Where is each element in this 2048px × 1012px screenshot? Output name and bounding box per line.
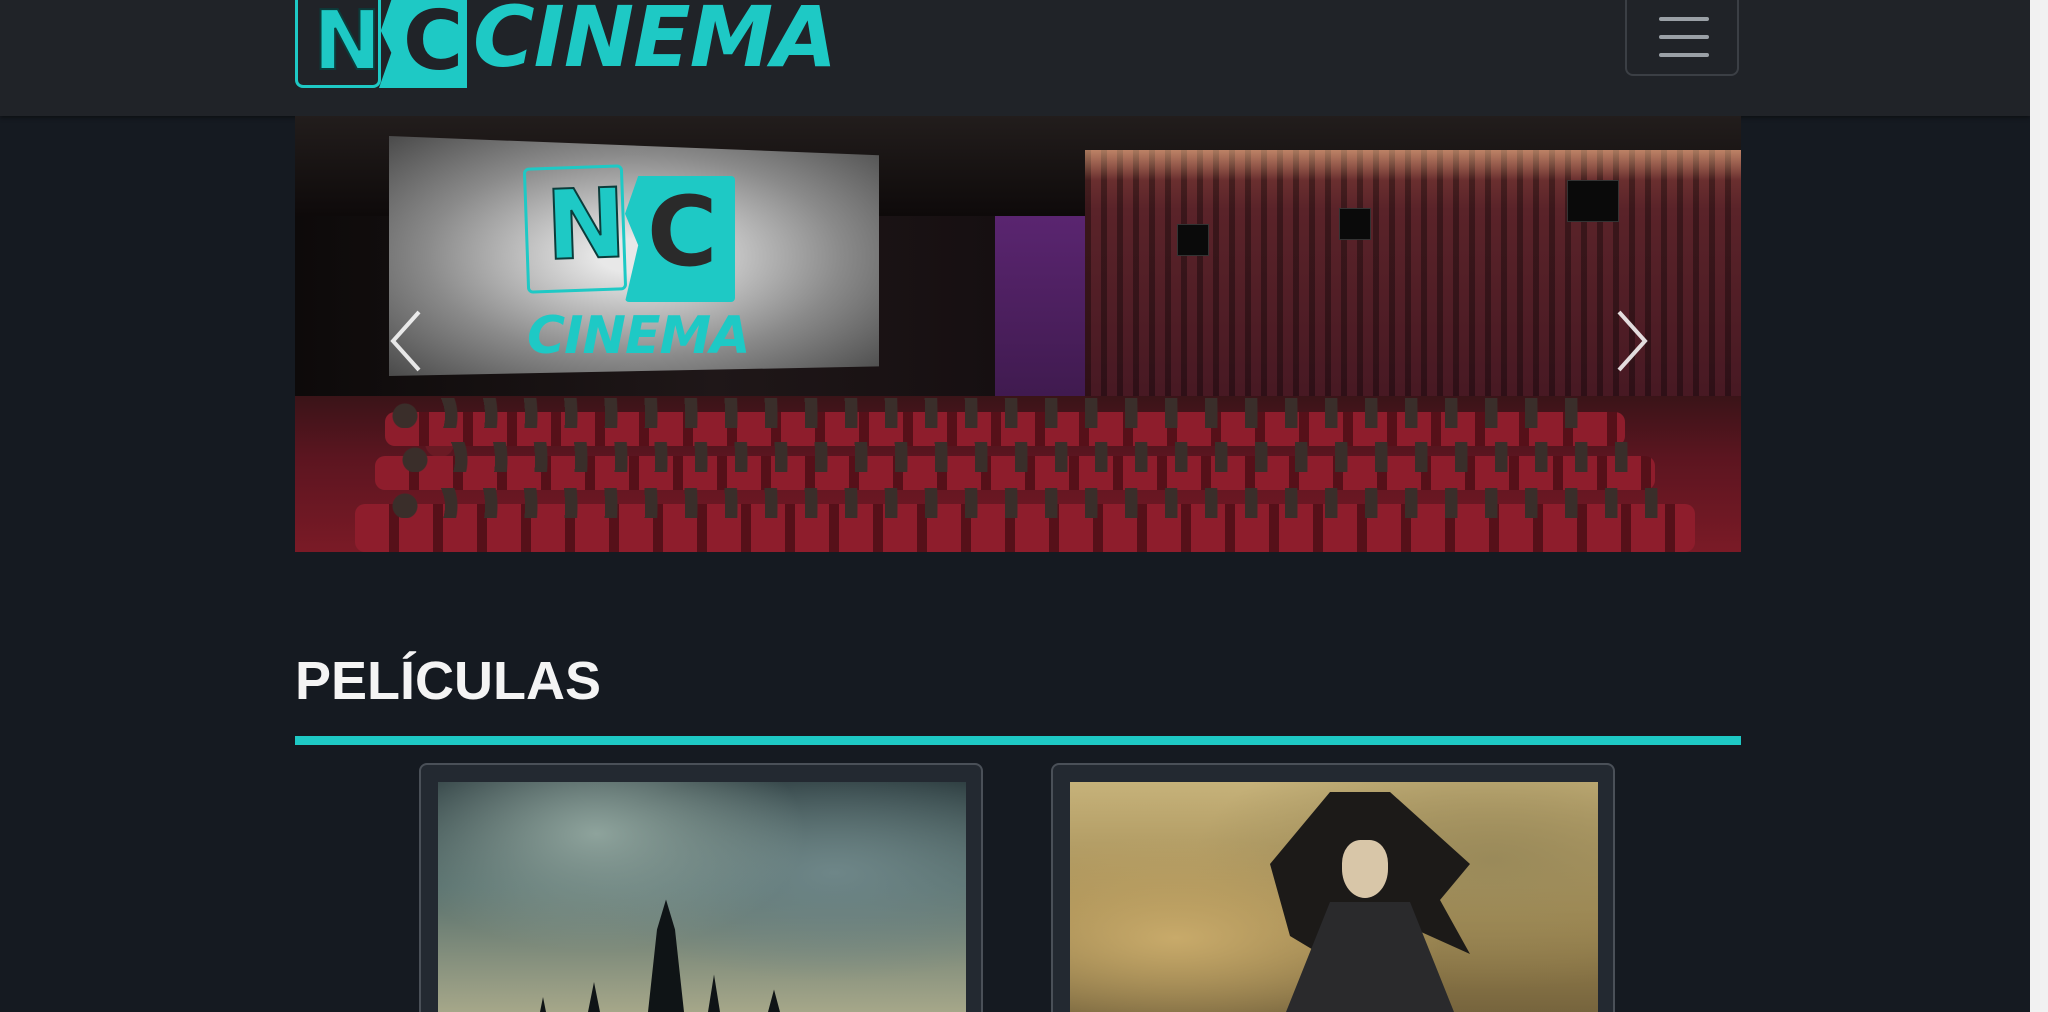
chevron-right-icon [1617, 310, 1648, 372]
screen-logo-c-frame: C [625, 176, 735, 302]
hero-carousel[interactable]: N C CINEMA [295, 116, 1741, 552]
movie-poster-image [438, 782, 966, 1012]
movies-section-title: PELÍCULAS [295, 651, 602, 711]
nc-logo-icon: N C [295, 0, 471, 90]
screen-logo-n-frame: N [522, 164, 629, 294]
section-divider [295, 736, 1741, 745]
movie-card[interactable] [419, 763, 983, 1012]
speaker-icon [1339, 208, 1371, 240]
speaker-icon [1567, 180, 1619, 222]
page: N C CINEMA N C CINEMA PELÍCULAS [0, 0, 2048, 1012]
screen-logo-word: CINEMA [527, 306, 751, 366]
page-scrollbar[interactable] [2030, 0, 2048, 1012]
anime-character-illustration [1230, 792, 1490, 1012]
character-face [1342, 840, 1388, 898]
carousel-prev-button[interactable] [387, 306, 427, 376]
brand-wordmark: CINEMA [473, 0, 837, 86]
navbar-toggler-button[interactable] [1625, 0, 1739, 76]
screen-logo-n-letter: N [543, 166, 629, 283]
audience-row [395, 442, 1645, 472]
logo-c-letter: C [403, 0, 464, 89]
logo-n-letter: N [312, 0, 383, 90]
movie-card[interactable] [1051, 763, 1615, 1012]
poster-sky [438, 782, 966, 1012]
screen-nc-logo: N C CINEMA [522, 164, 751, 386]
chevron-left-icon [390, 310, 421, 372]
brand-logo-link[interactable]: N C CINEMA [295, 0, 837, 90]
audience-row [385, 488, 1685, 518]
navbar: N C CINEMA [0, 0, 2030, 116]
screen-logo-c-letter: C [647, 176, 718, 288]
movie-poster-image [1070, 782, 1598, 1012]
audience-row [385, 398, 1605, 428]
speaker-icon [1177, 224, 1209, 256]
carousel-next-button[interactable] [1611, 306, 1651, 376]
theater-light-strip [1085, 150, 1741, 180]
